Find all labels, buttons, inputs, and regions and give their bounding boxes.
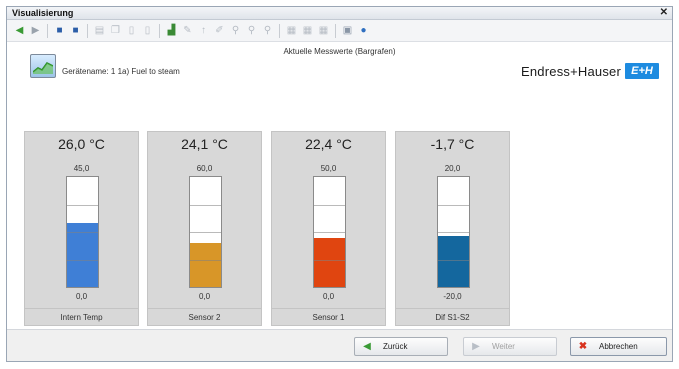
forward-arrow-icon: ▶ [472,341,480,352]
brand-name: Endress+Hauser [521,63,621,79]
channel-max: 20,0 [444,164,461,173]
channel-panel: -1,7 °C 20,0 -20,0 Dif S1-S2 [395,131,510,326]
pin-icon[interactable]: ↑ [197,24,210,37]
print-icon[interactable]: ▤ [93,24,106,37]
window-title: Visualisierung [12,8,74,18]
toolbar-separator [335,23,336,38]
save-as-icon[interactable]: ■ [69,24,82,37]
toolbar-separator [279,23,280,38]
channel-name: Intern Temp [25,308,138,326]
channel-min: -20,0 [443,292,462,301]
channel-panel: 24,1 °C 60,0 0,0 Sensor 2 [147,131,262,326]
back-button[interactable]: ◀ Zurück [354,337,448,356]
channel-name: Sensor 1 [272,308,385,326]
zoom-reset-icon[interactable]: ⚲ [261,24,274,37]
dialog-footer: ◀ Zurück ▶ Weiter ✖ Abbrechen [7,329,672,361]
zoom-in-icon[interactable]: ⚲ [229,24,242,37]
save-icon[interactable]: ■ [53,24,66,37]
pages-icon[interactable]: ▯ [141,24,154,37]
bargraph-gridline [314,204,345,206]
back-button-label: Zurück [383,342,408,351]
cancel-button-label: Abbrechen [599,342,638,351]
bargraph-tube [437,176,470,288]
cancel-x-icon: ✖ [578,341,588,352]
channel-panel: 22,4 °C 50,0 0,0 Sensor 1 [271,131,386,326]
page-icon[interactable]: ▯ [125,24,138,37]
toolbar-separator [47,23,48,38]
device-chart-icon [30,54,56,78]
bargraph-gridline [67,259,98,261]
channel-min: 0,0 [322,292,335,301]
channel-max: 45,0 [73,164,90,173]
page-title: Aktuelle Messwerte (Bargrafen) [283,47,396,56]
channel-value: 24,1 °C [181,136,228,152]
bargraph-tube [66,176,99,288]
bargraph-gridline [314,232,345,233]
next-button[interactable]: ▶ Weiter [463,337,557,356]
device-name: Gerätename: 1 1a) Fuel to steam [62,67,180,76]
channel-name: Dif S1-S2 [396,308,509,326]
toolbar-separator [87,23,88,38]
channel-value: 22,4 °C [305,136,352,152]
brand-logo: E+H [625,63,659,79]
forward-arrow-icon[interactable]: ▶ [29,24,42,37]
chart-icon[interactable]: ▟ [165,24,178,37]
bargraph-gridline [67,204,98,206]
channel-min: 0,0 [75,292,88,301]
visualization-window: Visualisierung ✕ ◀ ▶ ■ ■ ▤ ❐ ▯ ▯ ▟ ✎ ↑ ✐ ⚲ ⚲ ⚲ ▦ ▦ ▦ ▣ ● Ak… [6,6,673,362]
close-icon[interactable]: ✕ [660,7,668,18]
bargraph-gridline [190,232,221,233]
back-arrow-icon: ◀ [363,341,371,352]
bargraph-tube [313,176,346,288]
settings-icon[interactable]: ▣ [341,24,354,37]
title-bar: Visualisierung ✕ [7,7,672,20]
copy-icon[interactable]: ❐ [109,24,122,37]
channel-max: 50,0 [320,164,337,173]
zoom-out-icon[interactable]: ⚲ [245,24,258,37]
next-button-label: Weiter [492,342,515,351]
list-icon[interactable]: ▦ [317,24,330,37]
bargraph-gridline [190,259,221,261]
table-icon[interactable]: ▦ [301,24,314,37]
bargraph-fill [190,243,221,287]
cancel-button[interactable]: ✖ Abbrechen [570,337,667,356]
grid-icon[interactable]: ▦ [285,24,298,37]
bargraph-fill [438,236,469,287]
bargraph-gridline [438,204,469,206]
channel-name: Sensor 2 [148,308,261,326]
bargraph-gridline [314,259,345,261]
channel-value: -1,7 °C [430,136,475,152]
bargraph-gridline [438,259,469,261]
bargraph-fill [314,237,345,287]
bargraph-gridline [190,204,221,206]
toolbar-separator [159,23,160,38]
brand: Endress+Hauser E+H [521,63,659,79]
bargraph-tube [189,176,222,288]
channel-value: 26,0 °C [58,136,105,152]
toolbar: ◀ ▶ ■ ■ ▤ ❐ ▯ ▯ ▟ ✎ ↑ ✐ ⚲ ⚲ ⚲ ▦ ▦ ▦ ▣ ● [7,20,672,42]
channel-panel: 26,0 °C 45,0 0,0 Intern Temp [24,131,139,326]
edit-icon[interactable]: ✎ [181,24,194,37]
bargraph-gridline [67,232,98,233]
channel-min: 0,0 [198,292,211,301]
bargraph-gridline [438,232,469,233]
channel-max: 60,0 [196,164,213,173]
back-arrow-icon[interactable]: ◀ [13,24,26,37]
help-icon[interactable]: ● [357,24,370,37]
marker-icon[interactable]: ✐ [213,24,226,37]
